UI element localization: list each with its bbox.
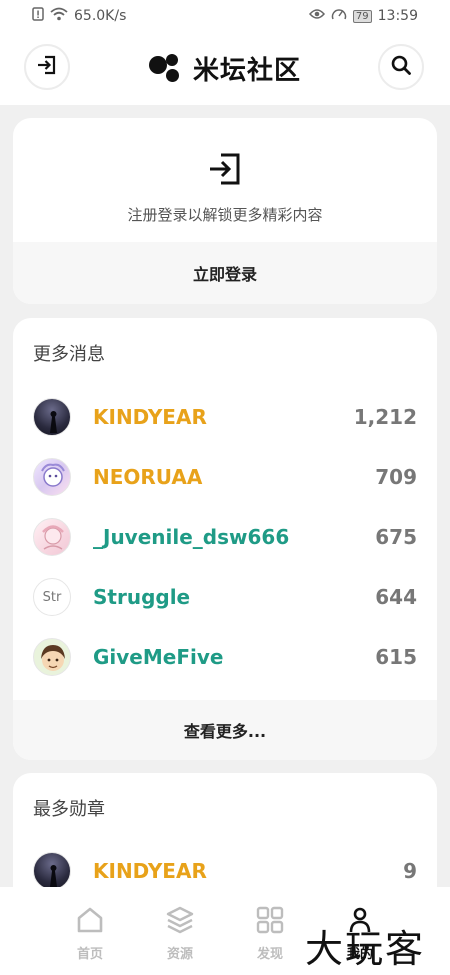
user-count: 709: [375, 465, 417, 489]
app-title: 米坛社区: [192, 56, 301, 86]
wifi-icon: [50, 7, 68, 25]
tab-home[interactable]: 首页: [45, 887, 135, 975]
login-prompt: 注册登录以解锁更多精彩内容: [13, 118, 437, 242]
login-hint: 注册登录以解锁更多精彩内容: [127, 206, 323, 224]
sim-alert-icon: [32, 7, 44, 25]
news-ranking-card: 更多消息 KINDYEAR 1,212 NEORUAA 709 _Juvenil…: [13, 318, 437, 760]
avatar: [33, 398, 71, 436]
watermark-logo: 大玩客: [305, 927, 426, 971]
login-button[interactable]: [24, 44, 70, 90]
app-header: 米坛社区: [0, 32, 450, 105]
list-item[interactable]: KINDYEAR 1,212: [13, 392, 437, 442]
medal-card-title: 最多勋章: [33, 799, 105, 820]
clock: 13:59: [377, 8, 418, 24]
user-name: Struggle: [93, 585, 191, 609]
battery-indicator: 79: [352, 9, 372, 23]
medal-count: 9: [403, 859, 417, 883]
eye-icon: [308, 8, 325, 24]
login-card: 注册登录以解锁更多精彩内容 立即登录: [13, 118, 437, 304]
list-item[interactable]: NEORUAA 709: [13, 452, 437, 502]
user-name: _Juvenile_dsw666: [93, 525, 290, 549]
avatar: Str: [33, 578, 71, 616]
net-speed: 65.0K/s: [74, 8, 127, 24]
speedometer-icon: [331, 7, 347, 25]
avatar: [33, 518, 71, 556]
list-item[interactable]: _Juvenile_dsw666 675: [13, 512, 437, 562]
user-count: 675: [375, 525, 417, 549]
login-icon: [207, 152, 243, 190]
avatar: [33, 852, 71, 890]
list-item[interactable]: Str Struggle 644: [13, 572, 437, 622]
tab-resources-label: 资源: [166, 947, 193, 962]
search-button[interactable]: [378, 44, 424, 90]
status-right: 79 13:59: [308, 7, 418, 25]
tab-discover-label: 发现: [256, 947, 283, 962]
avatar: [33, 458, 71, 496]
logo-dots-icon: [148, 53, 185, 84]
grid-icon: [255, 905, 285, 939]
login-now-button[interactable]: 立即登录: [13, 242, 437, 304]
search-icon: [390, 54, 412, 80]
news-card-title: 更多消息: [33, 344, 105, 365]
home-icon: [75, 905, 105, 939]
user-count: 644: [375, 585, 417, 609]
avatar: [33, 638, 71, 676]
app-logo: 米坛社区: [148, 50, 301, 87]
user-count: 1,212: [353, 405, 417, 429]
tab-home-label: 首页: [76, 947, 103, 962]
user-name: KINDYEAR: [93, 405, 207, 429]
tab-discover[interactable]: 发现: [225, 887, 315, 975]
user-name: KINDYEAR: [93, 859, 207, 883]
status-bar: 65.0K/s 79 13:59: [0, 0, 450, 32]
list-item[interactable]: GiveMeFive 615: [13, 632, 437, 682]
user-name: GiveMeFive: [93, 645, 224, 669]
layers-icon: [165, 905, 195, 939]
status-left: 65.0K/s: [32, 7, 126, 25]
login-icon: [36, 54, 58, 80]
view-more-button[interactable]: 查看更多...: [13, 700, 437, 760]
user-name: NEORUAA: [93, 465, 203, 489]
user-count: 615: [375, 645, 417, 669]
tab-resources[interactable]: 资源: [135, 887, 225, 975]
